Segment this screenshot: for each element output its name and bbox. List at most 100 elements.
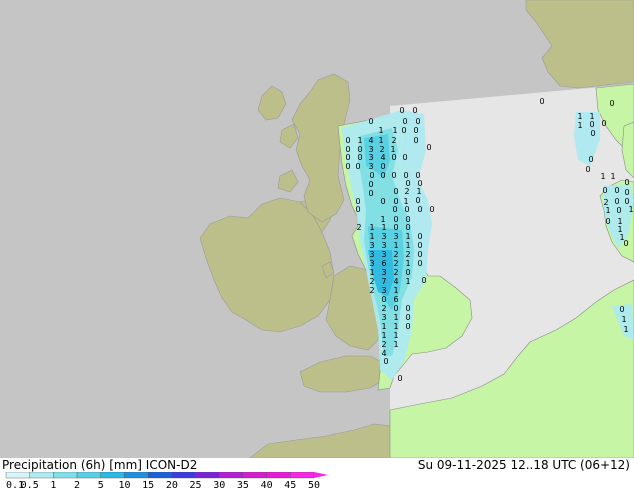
- color-scale-tick-label: 50: [308, 480, 320, 490]
- color-scale-box: [5, 472, 30, 479]
- precip-value-label: 0: [383, 357, 388, 366]
- color-scale-box: [171, 472, 196, 479]
- precip-value-label: 0: [421, 276, 426, 285]
- precip-value-label: 0: [588, 155, 593, 164]
- precip-value-label: 0: [429, 205, 434, 214]
- precip-value-label: 2: [369, 286, 374, 295]
- precip-value-label: 0: [402, 117, 407, 126]
- precip-value-label: 0: [413, 126, 418, 135]
- precip-value-label: 3: [381, 286, 386, 295]
- color-scale-box: [100, 472, 125, 479]
- precip-value-label: 0: [415, 196, 420, 205]
- precip-value-label: 3: [368, 153, 373, 162]
- precip-value-label: 1: [393, 286, 398, 295]
- footer-bar: Precipitation (6h) [mm] ICON-D2 Su 09-11…: [0, 458, 634, 490]
- color-scale-tick-label: 0.5: [21, 480, 39, 490]
- precip-value-label: 3: [369, 259, 374, 268]
- precip-value-label: 4: [380, 153, 385, 162]
- precip-value-label: 2: [391, 136, 396, 145]
- color-scale-box: [242, 472, 267, 479]
- precip-value-label: 1: [369, 232, 374, 241]
- precip-value-label: 6: [393, 295, 398, 304]
- precip-value-label: 0: [399, 106, 404, 115]
- precip-value-label: 7: [381, 277, 386, 286]
- precip-value-label: 6: [381, 259, 386, 268]
- color-scale-tick-label: 1: [50, 480, 56, 490]
- precip-value-label: 0: [417, 232, 422, 241]
- precip-value-label: 1: [405, 241, 410, 250]
- color-scale-box: [124, 472, 149, 479]
- precip-value-label: 2: [369, 277, 374, 286]
- precip-value-label: 0: [624, 178, 629, 187]
- color-scale-tick-label: 40: [261, 480, 273, 490]
- precip-value-label: 1: [405, 232, 410, 241]
- precip-value-label: 0: [368, 180, 373, 189]
- precip-value-label: 1: [577, 121, 582, 130]
- precip-value-label: 0: [602, 186, 607, 195]
- precip-value-label: 0: [368, 117, 373, 126]
- precip-value-label: 1: [605, 206, 610, 215]
- precip-value-label: 1: [623, 325, 628, 334]
- precip-value-label: 2: [381, 304, 386, 313]
- precip-value-label: 0: [614, 186, 619, 195]
- precip-value-label: 2: [356, 223, 361, 232]
- valid-time: Su 09-11-2025 12..18 UTC (06+12): [417, 458, 630, 472]
- precip-value-label: 0: [601, 119, 606, 128]
- precip-value-label: 1: [610, 172, 615, 181]
- color-scale-tick-label: 25: [190, 480, 202, 490]
- precip-value-label: 0: [623, 239, 628, 248]
- precip-value-label: 1: [416, 187, 421, 196]
- precip-value-label: 0: [405, 313, 410, 322]
- color-scale-box: [219, 472, 244, 479]
- precip-value-label: 0: [417, 259, 422, 268]
- precip-value-label: 0: [585, 165, 590, 174]
- color-scale-box: [147, 472, 173, 479]
- precip-value-label: 0: [405, 223, 410, 232]
- precip-value-label: 2: [404, 187, 409, 196]
- precip-value-label: 0: [589, 120, 594, 129]
- precipitation-map: 0 00 0 01 1 0 00 1 4 1 2 00 0 3 2 1 00 0 3 4 0 00 0 3 00 0 0 0 00 0 00…: [0, 0, 634, 458]
- precip-value-label: 0: [345, 162, 350, 171]
- precip-value-label: 1: [393, 331, 398, 340]
- precip-value-label: 3: [369, 250, 374, 259]
- precip-value-label: 1: [378, 136, 383, 145]
- precip-value-label: 0: [402, 153, 407, 162]
- precip-value-label: 3: [393, 232, 398, 241]
- precip-value-label: 1: [381, 331, 386, 340]
- precip-value-label: 0: [401, 126, 406, 135]
- precip-value-label: 2: [393, 268, 398, 277]
- precip-value-label: 2: [405, 250, 410, 259]
- precip-value-label: 3: [368, 162, 373, 171]
- precip-value-label: 1: [577, 112, 582, 121]
- color-scale-tick-label: 5: [98, 480, 104, 490]
- color-scale-box: [195, 472, 220, 479]
- precip-value-label: 3: [369, 241, 374, 250]
- precip-value-label: 3: [381, 232, 386, 241]
- precip-value-label: 0: [609, 99, 614, 108]
- precip-value-label: 0: [605, 217, 610, 226]
- precip-value-label: 1: [405, 277, 410, 286]
- product-title: Precipitation (6h) [mm] ICON-D2: [2, 458, 198, 472]
- color-scale-box: [76, 472, 101, 479]
- precip-value-label: 0: [619, 305, 624, 314]
- color-scale-box: [53, 472, 78, 479]
- color-scale-tick-label: 20: [166, 480, 178, 490]
- color-scale-tick-label: 10: [118, 480, 130, 490]
- precip-value-label: 0: [355, 205, 360, 214]
- precip-value-label: 0: [426, 143, 431, 152]
- precip-value-label: 0: [404, 205, 409, 214]
- precip-value-label: 0: [590, 129, 595, 138]
- precip-value-label: 4: [368, 136, 373, 145]
- precip-value-label: 1: [369, 223, 374, 232]
- precip-value-label: 0: [405, 268, 410, 277]
- color-scale-box: [266, 472, 291, 479]
- precip-value-label: 3: [381, 268, 386, 277]
- precip-value-label: 0: [392, 205, 397, 214]
- color-scale-arrow: [314, 472, 328, 478]
- precip-value-label: 0: [393, 187, 398, 196]
- precip-value-label: 0: [413, 136, 418, 145]
- precip-value-label: 0: [614, 197, 619, 206]
- precip-value-label: 0: [357, 153, 362, 162]
- precip-value-label: 0: [369, 171, 374, 180]
- color-scale-legend: 0.10.5 1 2 5 10 15 20 25 30 35 40 45 50: [5, 472, 328, 490]
